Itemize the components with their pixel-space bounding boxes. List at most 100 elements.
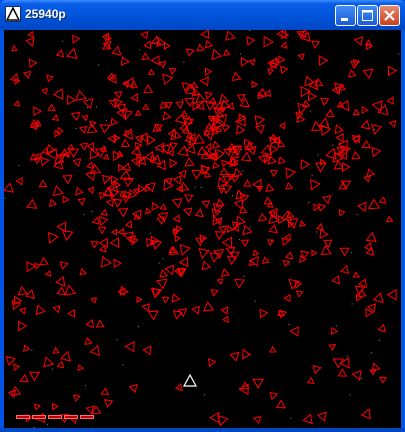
enemy-triangle: [41, 147, 49, 155]
star-dot: [47, 424, 48, 426]
star-dot: [240, 53, 242, 55]
enemy-triangle: [246, 36, 256, 47]
enemy-triangle: [109, 237, 120, 249]
enemy-triangle: [40, 87, 48, 95]
game-window: 25940p: [0, 0, 405, 432]
star-dot: [200, 186, 202, 188]
enemy-triangle: [263, 35, 274, 48]
star-dot: [254, 300, 256, 302]
enemy-triangle: [118, 163, 125, 172]
enemy-triangle: [89, 148, 100, 160]
enemy-triangle: [28, 58, 38, 69]
enemy-triangle: [278, 122, 286, 130]
star-dot: [75, 127, 77, 129]
enemy-triangle: [81, 115, 89, 122]
close-icon: [384, 10, 395, 21]
enemy-triangle: [161, 296, 170, 304]
enemy-triangle: [113, 198, 123, 208]
enemy-triangle: [184, 194, 194, 203]
enemy-triangle: [320, 244, 332, 256]
enemy-triangle: [184, 157, 195, 167]
enemy-triangle: [218, 93, 230, 104]
enemy-triangle: [56, 221, 67, 233]
enemy-triangle: [210, 288, 219, 297]
star-dot: [332, 144, 334, 146]
enemy-triangle: [261, 256, 270, 264]
enemy-triangle: [340, 264, 350, 275]
star-dot: [31, 349, 33, 351]
enemy-triangle: [191, 169, 203, 180]
enemy-triangle: [174, 235, 181, 243]
enemy-triangle: [365, 231, 377, 243]
enemy-triangle: [281, 30, 290, 40]
enemy-triangle: [201, 260, 212, 271]
maximize-button[interactable]: [357, 5, 378, 26]
title-bar[interactable]: 25940p: [0, 0, 405, 30]
enemy-triangle: [121, 109, 133, 121]
enemy-triangle: [362, 68, 374, 79]
enemy-triangle: [190, 81, 199, 89]
enemy-triangle: [236, 124, 246, 135]
enemy-triangle: [226, 101, 235, 110]
enemy-triangle: [35, 304, 46, 316]
enemy-triangle: [315, 222, 324, 231]
star-dot: [311, 174, 313, 176]
star-dot: [356, 214, 358, 215]
enemy-triangle: [19, 307, 27, 315]
enemy-triangle: [295, 290, 304, 298]
star-dot: [183, 61, 185, 63]
star-dot: [270, 240, 272, 242]
enemy-triangle: [239, 97, 250, 108]
enemy-triangle: [297, 102, 309, 115]
enemy-triangle: [234, 278, 245, 289]
enemy-triangle: [62, 174, 73, 185]
enemy-triangle: [220, 267, 231, 278]
enemy-triangle: [178, 256, 189, 268]
enemy-triangle: [338, 208, 346, 217]
minimize-button[interactable]: [335, 5, 356, 26]
close-button[interactable]: [379, 5, 400, 26]
enemy-triangle: [158, 60, 167, 69]
enemy-triangle: [52, 88, 64, 100]
enemy-triangle: [52, 346, 60, 354]
enemy-triangle: [203, 301, 215, 312]
enemy-triangle: [253, 415, 262, 425]
enemy-triangle: [209, 252, 221, 263]
enemy-triangle: [368, 198, 381, 210]
enemy-triangle: [214, 231, 225, 241]
enemy-triangle: [90, 297, 98, 304]
enemy-triangle: [172, 175, 182, 185]
enemy-triangle: [337, 368, 348, 377]
game-canvas[interactable]: [4, 30, 401, 428]
enemy-triangle: [240, 57, 250, 67]
enemy-triangle: [86, 123, 98, 134]
enemy-triangle: [221, 236, 233, 249]
enemy-triangle: [386, 96, 394, 105]
enemy-triangle: [145, 207, 152, 215]
enemy-triangle: [231, 71, 242, 82]
enemy-triangle: [240, 239, 250, 248]
star-dot: [249, 30, 251, 32]
enemy-triangle: [196, 145, 208, 156]
enemy-triangle: [266, 239, 275, 247]
enemy-triangle: [53, 154, 65, 165]
star-dot: [378, 339, 380, 341]
star-dot: [98, 64, 100, 66]
enemy-triangle: [107, 72, 115, 80]
enemy-triangle: [312, 364, 322, 375]
enemy-triangle: [196, 43, 205, 52]
enemy-triangle: [318, 203, 327, 212]
enemy-triangle: [251, 178, 262, 190]
enemy-triangle: [319, 228, 329, 239]
enemy-triangle: [144, 185, 152, 193]
maximize-icon: [362, 10, 373, 21]
star-dot: [242, 170, 244, 172]
enemy-triangle: [313, 78, 324, 87]
star-dot: [91, 211, 93, 213]
enemy-triangle: [222, 184, 233, 195]
enemy-triangle: [220, 306, 229, 315]
enemy-triangle: [52, 185, 64, 197]
health-segment: [16, 415, 30, 419]
enemy-triangle: [104, 399, 114, 408]
enemy-triangle: [101, 174, 112, 185]
